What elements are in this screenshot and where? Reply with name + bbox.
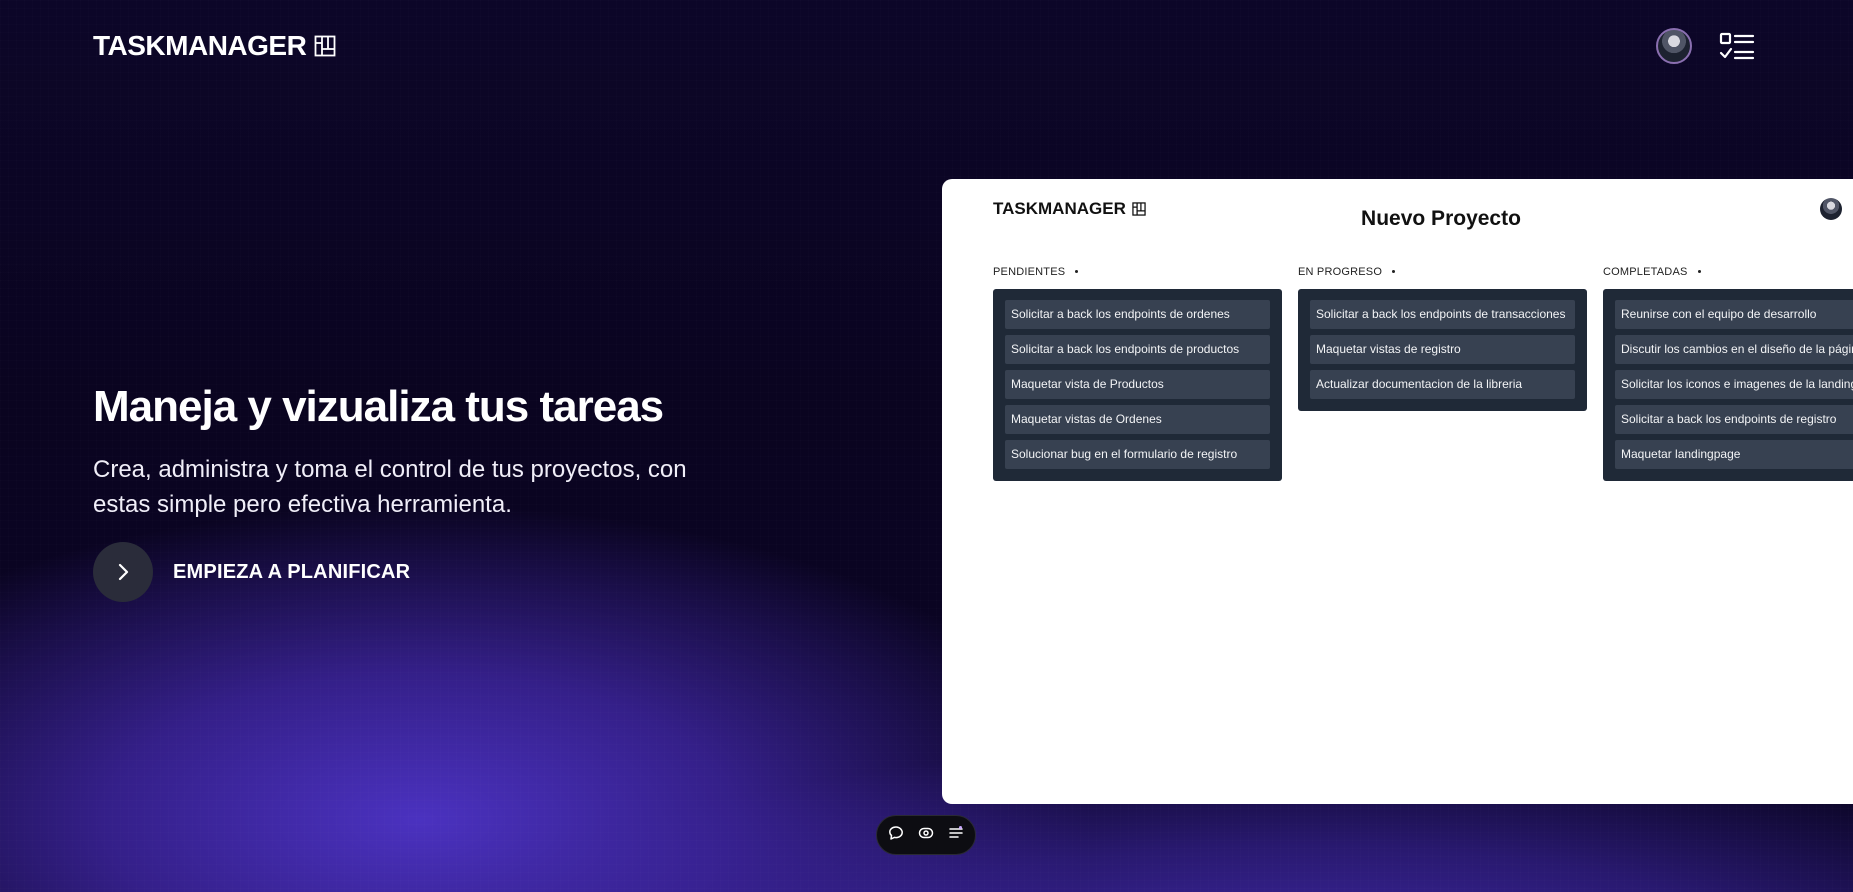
column-header: EN PROGRESO bbox=[1298, 262, 1587, 281]
column-completed: COMPLETADAS Reunirse con el equipo de de… bbox=[1603, 262, 1853, 481]
sliders-icon[interactable] bbox=[948, 825, 964, 846]
column-in-progress: EN PROGRESO Solicitar a back los endpoin… bbox=[1298, 262, 1587, 411]
hero-subtitle: Crea, administra y toma el control de tu… bbox=[93, 456, 687, 518]
task-card[interactable]: Maquetar landingpage bbox=[1615, 440, 1853, 469]
cta-circle[interactable] bbox=[93, 542, 153, 602]
project-title: Nuevo Proyecto bbox=[1361, 207, 1521, 230]
checklist-icon[interactable] bbox=[1718, 31, 1756, 68]
column-title: COMPLETADAS bbox=[1603, 265, 1688, 278]
comment-icon[interactable] bbox=[888, 825, 904, 846]
chevron-right-icon bbox=[118, 563, 129, 581]
column-dot bbox=[1075, 270, 1079, 273]
column-dot bbox=[1697, 270, 1701, 273]
column-dot bbox=[1392, 270, 1396, 273]
task-card[interactable]: Maquetar vista de Productos bbox=[1005, 370, 1270, 399]
task-card[interactable]: Solicitar a back los endpoints de transa… bbox=[1310, 300, 1575, 329]
task-card[interactable]: Solicitar los iconos e imagenes de la la… bbox=[1615, 370, 1853, 399]
hero-title: Maneja y vizualiza tus tareas bbox=[93, 382, 664, 431]
column-pending: PENDIENTES Solicitar a back los endpoint… bbox=[993, 262, 1282, 481]
task-card[interactable]: Maquetar vistas de Ordenes bbox=[1005, 405, 1270, 434]
app-preview: TASKMANAGER Nuevo Proyecto PENDIENTES So… bbox=[942, 179, 1853, 804]
eye-icon[interactable] bbox=[918, 825, 934, 846]
column-title: EN PROGRESO bbox=[1298, 265, 1383, 278]
column-header: COMPLETADAS bbox=[1603, 262, 1853, 281]
column-body: Reunirse con el equipo de desarrollo Dis… bbox=[1603, 289, 1853, 481]
task-card[interactable]: Maquetar vistas de registro bbox=[1310, 335, 1575, 364]
column-header: PENDIENTES bbox=[993, 262, 1282, 281]
preview-avatar bbox=[1820, 198, 1842, 220]
task-card[interactable]: Solucionar bug en el formulario de regis… bbox=[1005, 440, 1270, 469]
user-avatar[interactable] bbox=[1656, 28, 1692, 64]
logo-text: TASKMANAGER bbox=[93, 30, 307, 61]
task-card[interactable]: Reunirse con el equipo de desarrollo bbox=[1615, 300, 1853, 329]
task-card[interactable]: Solicitar a back los endpoints de regist… bbox=[1615, 405, 1853, 434]
board-icon bbox=[314, 35, 336, 57]
cta-label[interactable]: EMPIEZA A PLANIFICAR bbox=[173, 561, 410, 584]
task-card[interactable]: Solicitar a back los endpoints de produc… bbox=[1005, 335, 1270, 364]
task-card[interactable]: Actualizar documentacion de la libreria bbox=[1310, 370, 1575, 399]
column-body: Solicitar a back los endpoints de ordene… bbox=[993, 289, 1282, 481]
task-card[interactable]: Discutir los cambios en el diseño de la … bbox=[1615, 335, 1853, 364]
task-card[interactable]: Solicitar a back los endpoints de ordene… bbox=[1005, 300, 1270, 329]
app-logo[interactable]: TASKMANAGER bbox=[93, 30, 336, 62]
start-planning-button[interactable]: EMPIEZA A PLANIFICAR bbox=[93, 542, 410, 602]
column-title: PENDIENTES bbox=[993, 265, 1066, 278]
column-body: Solicitar a back los endpoints de transa… bbox=[1298, 289, 1587, 411]
floating-toolbar bbox=[876, 815, 976, 855]
